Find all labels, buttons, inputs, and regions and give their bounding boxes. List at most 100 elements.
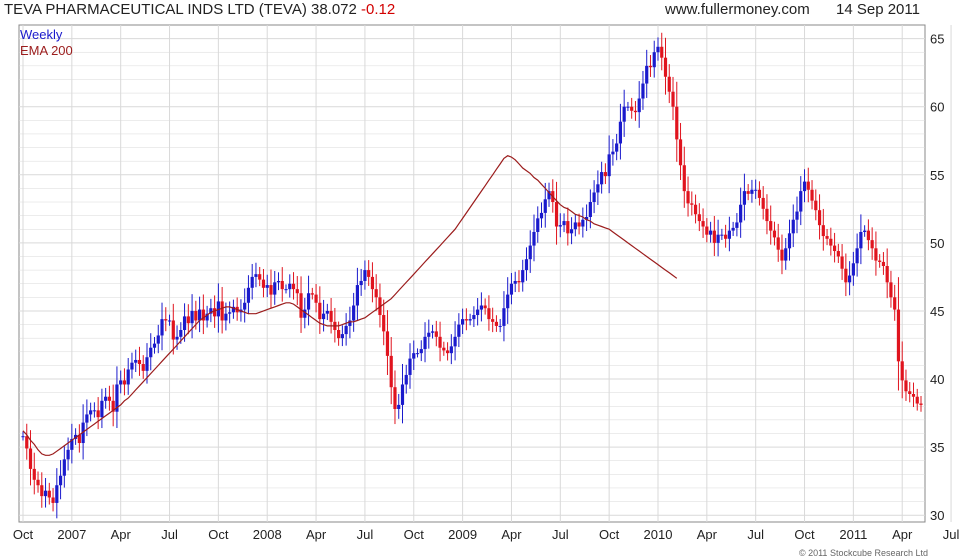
candle-body (829, 238, 833, 246)
candle-body (814, 200, 818, 211)
candle-body (708, 230, 713, 235)
candle-body (321, 313, 326, 320)
x-tick-label: 2011 (839, 527, 867, 542)
candle-body (784, 248, 788, 261)
candle-body (51, 497, 55, 503)
candle-body (423, 336, 427, 350)
candle-body (742, 191, 747, 205)
candle-body (863, 230, 867, 232)
candle-body (337, 330, 341, 339)
candle-body (588, 202, 592, 217)
candle-body (55, 485, 59, 503)
candle-body (190, 310, 194, 324)
candle-body (325, 310, 329, 314)
candle-body (667, 76, 671, 92)
candle-body (836, 251, 840, 257)
x-tick-label: 2007 (57, 527, 86, 542)
y-tick-label: 65 (930, 32, 944, 47)
candle-body (261, 279, 266, 288)
candle-body (795, 211, 799, 220)
candle-body (532, 231, 536, 246)
y-tick-label: 60 (930, 100, 944, 115)
y-tick-label: 50 (930, 236, 944, 251)
candle-body (817, 210, 822, 226)
candle-body (739, 204, 743, 223)
candle-body (479, 305, 483, 310)
candle-body (919, 403, 923, 405)
candle-body (284, 289, 288, 291)
candle-body (592, 192, 596, 203)
candle-body (367, 270, 371, 277)
candle-body (577, 222, 581, 227)
candle-body (554, 202, 559, 227)
candle-body (130, 362, 134, 370)
candle-body (900, 361, 904, 381)
candle-body (457, 324, 461, 337)
candle-body (107, 396, 112, 401)
candle-body (299, 293, 303, 318)
x-tick-label: 2009 (448, 527, 477, 542)
candle-body (524, 259, 529, 271)
candle-body (915, 396, 919, 404)
candle-body (186, 316, 190, 324)
candle-body (806, 181, 810, 190)
candle-body (66, 449, 70, 460)
candle-body (652, 52, 656, 68)
candle-body (727, 230, 731, 239)
candle-body (265, 285, 269, 288)
candle-body (385, 331, 390, 356)
candle-body (637, 98, 641, 113)
candle-body (765, 208, 769, 222)
candle-body (821, 225, 825, 237)
candle-body (397, 404, 401, 409)
x-tick-label: Oct (404, 527, 425, 542)
candle-body (791, 219, 795, 234)
candle-body (295, 289, 299, 294)
candle-body (382, 315, 386, 332)
candle-body (498, 325, 502, 327)
candle-body (558, 225, 562, 227)
candle-body (393, 387, 397, 409)
candle-body (36, 479, 40, 486)
candle-body (122, 380, 127, 385)
candle-body (119, 380, 123, 385)
candle-body (491, 319, 495, 322)
candle-body (246, 287, 251, 303)
candle-body (720, 234, 724, 236)
candle-body (562, 221, 566, 226)
candle-body (43, 490, 48, 497)
candle-body (870, 240, 874, 249)
candle-body (825, 236, 829, 239)
candle-body (772, 230, 777, 238)
candle-body (840, 256, 844, 269)
candle-body (85, 414, 89, 423)
candle-body (314, 294, 318, 303)
candle-body (468, 319, 472, 321)
candle-body (904, 380, 908, 392)
candle-body (96, 410, 100, 418)
candle-body (615, 143, 619, 152)
x-tick-label: Oct (13, 527, 34, 542)
candle-body (445, 350, 450, 354)
candle-body (866, 230, 870, 241)
candle-body (228, 312, 232, 314)
candle-body (344, 325, 348, 335)
candle-body (705, 226, 709, 235)
x-tick-label: Jul (552, 527, 569, 542)
candle-body (419, 349, 423, 354)
candle-body (648, 65, 653, 68)
candle-body (502, 308, 506, 326)
candle-body (340, 334, 344, 339)
candle-body (844, 268, 848, 283)
candle-body (874, 248, 878, 261)
candle-body (908, 391, 912, 395)
candle-body (167, 320, 172, 322)
candle-body (464, 319, 468, 321)
candle-body (656, 46, 660, 53)
candle-body (716, 234, 720, 243)
x-axis-labels: Oct 2007 Apr Jul Oct 2008 Apr Jul Oct 2009 Apr Jul O… (13, 527, 960, 542)
candle-body (596, 184, 600, 193)
x-tick-label: Jul (747, 527, 764, 542)
candle-body (776, 237, 780, 250)
candle-body (754, 189, 758, 191)
